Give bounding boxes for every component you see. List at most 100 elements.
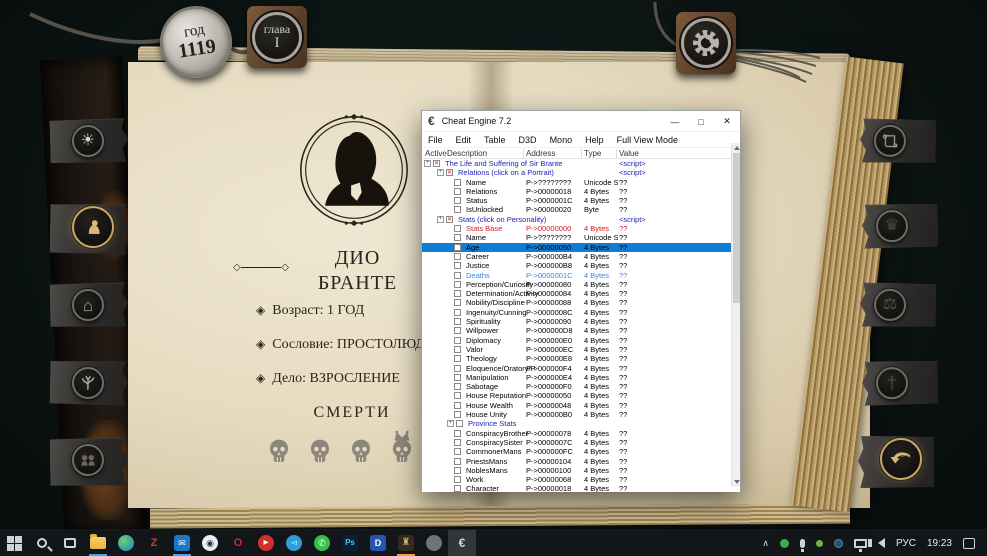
clock[interactable]: 19:23	[927, 538, 952, 549]
ce-row[interactable]: Stats Base P->00000000 4 Bytes??	[422, 224, 740, 233]
active-checkbox[interactable]	[454, 476, 461, 484]
ce-row[interactable]: Manipulation P->000000E4 4 Bytes??	[422, 373, 740, 382]
scroll-down-icon[interactable]	[734, 480, 740, 484]
active-checkbox[interactable]	[454, 318, 461, 326]
ce-row[interactable]: House Unity P->000000B0 4 Bytes??	[422, 410, 740, 419]
menu-full-view-mode[interactable]: Full View Mode	[617, 135, 678, 145]
active-checkbox[interactable]	[454, 308, 461, 316]
ce-row[interactable]: Age P->00000050 4 Bytes??	[422, 242, 740, 252]
strap-house[interactable]: ⌂	[50, 282, 129, 327]
ce-row[interactable]: Deaths P->0000001C 4 Bytes??	[422, 271, 740, 280]
active-checkbox[interactable]	[454, 345, 461, 353]
menu-edit[interactable]: Edit	[456, 135, 472, 145]
taskbar-cheat-engine-button[interactable]: €	[448, 530, 476, 556]
expand-toggle-icon[interactable]: +	[437, 169, 444, 177]
active-checkbox[interactable]: ✕	[446, 169, 453, 177]
ce-row[interactable]: Eloquence/Oratory/P P->000000F4 4 Bytes??	[422, 364, 740, 373]
strap-crown[interactable]: ♛	[862, 203, 939, 248]
taskbar-mail-button[interactable]: ✉	[168, 530, 196, 556]
ce-row[interactable]: NoblesMans P->00000100 4 Bytes??	[422, 466, 740, 475]
col-type[interactable]: Type	[584, 148, 601, 159]
expand-toggle-icon[interactable]: +	[424, 160, 431, 167]
strap-star[interactable]: ☀	[49, 118, 128, 164]
ce-column-header[interactable]: Active Description Address Type Value	[422, 148, 740, 159]
active-checkbox[interactable]	[454, 373, 461, 381]
active-checkbox[interactable]	[454, 401, 461, 409]
taskbar-start-button[interactable]	[0, 530, 28, 556]
active-checkbox[interactable]	[454, 262, 461, 270]
ce-row[interactable]: Determination/Activity P->00000084 4 Bytes…	[422, 289, 740, 298]
maximize-button[interactable]: □	[688, 111, 714, 132]
active-checkbox[interactable]	[456, 420, 463, 428]
ce-row[interactable]: ConspiracyBrother P->00000078 4 Bytes??	[422, 429, 740, 438]
active-checkbox[interactable]	[454, 234, 461, 242]
menu-file[interactable]: File	[428, 135, 443, 145]
taskbar-game-app-button[interactable]: ♜	[392, 530, 420, 556]
ce-row[interactable]: IsUnlocked P->00000020 Byte??	[422, 205, 740, 214]
ce-row[interactable]: Perception/Curiosity P->00000080 4 Bytes??	[422, 280, 740, 289]
ce-row[interactable]: Name P->???????? Unicode String??	[422, 178, 740, 187]
expand-toggle-icon[interactable]: +	[437, 215, 444, 223]
strap-relations[interactable]	[50, 437, 129, 486]
nvidia-icon[interactable]	[815, 539, 823, 547]
active-checkbox[interactable]	[454, 299, 461, 307]
active-checkbox[interactable]	[454, 466, 461, 474]
strap-portrait[interactable]	[50, 203, 129, 254]
active-checkbox[interactable]	[454, 383, 461, 391]
active-checkbox[interactable]	[454, 457, 461, 465]
taskbar-telegram-button[interactable]: ◅	[280, 530, 308, 556]
col-value[interactable]: Value	[619, 148, 639, 159]
col-address[interactable]: Address	[526, 148, 555, 159]
active-checkbox[interactable]	[454, 187, 461, 195]
taskbar-whatsapp-button[interactable]: ✆	[308, 530, 336, 556]
ce-row[interactable]: Diplomacy P->000000E0 4 Bytes??	[422, 336, 740, 345]
minimize-button[interactable]: —	[662, 111, 688, 132]
language-indicator[interactable]: РУС	[896, 538, 916, 549]
ce-scrollbar[interactable]	[731, 143, 740, 487]
ce-row[interactable]: Justice P->000000B8 4 Bytes??	[422, 261, 740, 270]
ce-titlebar[interactable]: € Cheat Engine 7.2 — □ ✕	[422, 111, 740, 132]
active-checkbox[interactable]	[454, 178, 461, 186]
ce-row[interactable]: + ✕ Stats (click on Personality) <script>	[422, 215, 740, 224]
taskbar-app-gray-button[interactable]	[420, 530, 448, 556]
menu-mono[interactable]: Mono	[550, 135, 573, 145]
menu-help[interactable]: Help	[585, 135, 604, 145]
taskbar-task-view-button[interactable]	[56, 530, 84, 556]
ce-row[interactable]: Spirituality P->00000090 4 Bytes??	[422, 317, 740, 326]
ce-row[interactable]: Nobility/Discipline P->00000088 4 Bytes??	[422, 298, 740, 307]
status-green-icon[interactable]	[779, 538, 789, 548]
taskbar-z-app-button[interactable]: Z	[140, 530, 168, 556]
active-checkbox[interactable]	[454, 327, 461, 335]
active-checkbox[interactable]	[454, 355, 461, 363]
active-checkbox[interactable]	[454, 336, 461, 344]
notifications-icon[interactable]	[963, 537, 975, 549]
active-checkbox[interactable]	[454, 271, 461, 279]
taskbar-media-app-button[interactable]: ▸	[252, 530, 280, 556]
settings-tab[interactable]	[676, 12, 736, 74]
chapter-tab[interactable]: глава I	[247, 6, 307, 68]
active-checkbox[interactable]	[454, 392, 461, 400]
taskbar-steam-button[interactable]: ◉	[196, 530, 224, 556]
ce-row[interactable]: Status P->0000001C 4 Bytes??	[422, 196, 740, 205]
character-portrait[interactable]	[296, 112, 412, 228]
volume-icon[interactable]	[867, 538, 885, 548]
active-checkbox[interactable]	[454, 411, 461, 419]
ce-row[interactable]: Relations P->00000018 4 Bytes??	[422, 187, 740, 196]
col-description[interactable]: Description	[447, 148, 487, 159]
ce-row[interactable]: House Reputation P->00000050 4 Bytes??	[422, 391, 740, 400]
taskbar-photoshop-button[interactable]: Ps	[336, 530, 364, 556]
ce-row[interactable]: PriestsMans P->00000104 4 Bytes??	[422, 457, 740, 466]
ce-row[interactable]: Work P->00000068 4 Bytes??	[422, 475, 740, 484]
ce-row[interactable]: Ingenuity/Cunning P->0000008C 4 Bytes??	[422, 308, 740, 317]
scroll-up-icon[interactable]	[734, 146, 740, 150]
strap-back[interactable]	[858, 436, 934, 488]
ce-row[interactable]: + ✕ The Life and Suffering of Sir Brante <s…	[422, 159, 740, 168]
strap-tree[interactable]	[50, 360, 129, 406]
taskbar-browser-button[interactable]	[112, 530, 140, 556]
ce-row[interactable]: + Province Stats	[422, 419, 740, 428]
steam-tray-icon[interactable]	[833, 538, 843, 548]
active-checkbox[interactable]	[454, 280, 461, 288]
active-checkbox[interactable]	[454, 243, 461, 251]
ce-row[interactable]: Theology P->000000E8 4 Bytes??	[422, 354, 740, 363]
menu-d3d[interactable]: D3D	[519, 135, 537, 145]
